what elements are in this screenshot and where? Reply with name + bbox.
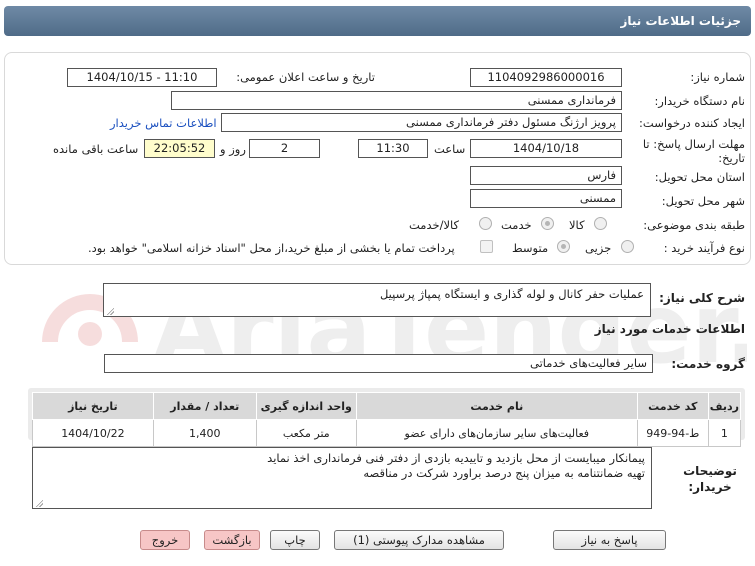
- announce-value: 1404/10/15 - 11:10: [86, 70, 198, 84]
- process-option-minor: جزیی: [585, 241, 612, 255]
- print-button[interactable]: چاپ: [270, 530, 320, 550]
- category-option-goods: کالا: [569, 218, 585, 232]
- col-header-code: کد خدمت: [636, 392, 709, 420]
- service-group-field: سایر فعالیت‌های خدماتی: [104, 354, 653, 373]
- category-option-goods-service: کالا/خدمت: [409, 218, 460, 232]
- cell-need-date: 1404/10/22: [32, 419, 154, 447]
- process-label: نوع فرآیند خرید :: [663, 241, 745, 255]
- category-label: طبقه بندی موضوعی:: [643, 218, 745, 232]
- services-table: ردیف کد خدمت نام خدمت واحد اندازه گیری ت…: [32, 392, 742, 447]
- summary-label: شرح کلی نیاز:: [659, 291, 745, 305]
- cell-service-name: فعالیت‌های سایر سازمان‌های دارای عضو: [355, 419, 638, 447]
- col-header-quantity: تعداد / مقدار: [152, 392, 257, 420]
- remaining-time-field: 22:05:52: [144, 139, 215, 158]
- process-radio-minor[interactable]: [621, 240, 634, 253]
- category-radio-goods[interactable]: [594, 217, 607, 230]
- buyer-note-line: تهیه ضمانتنامه به میزان پنج درصد براورد …: [363, 466, 645, 480]
- back-button[interactable]: بازگشت: [204, 530, 260, 550]
- need-number-label: شماره نیاز:: [690, 70, 745, 84]
- province-label: استان محل تحویل:: [654, 170, 745, 184]
- table-header-row: ردیف کد خدمت نام خدمت واحد اندازه گیری ت…: [32, 392, 742, 420]
- buyer-org-field: فرمانداری ممسنی: [171, 91, 622, 110]
- creator-field: پرویز ارژنگ مسئول دفتر فرمانداری ممسنی: [221, 113, 622, 132]
- time-label: ساعت: [434, 142, 466, 156]
- buyer-notes-textarea: پیمانکار میبایست از محل بازدید و تاییدیه…: [32, 447, 652, 509]
- deadline-label: مهلت ارسال پاسخ: تا تاریخ:: [642, 137, 745, 165]
- table-row: 1 ط-94-949 فعالیت‌های سایر سازمان‌های دا…: [32, 419, 742, 447]
- payment-note: پرداخت تمام یا بخشی از مبلغ خرید،از محل …: [88, 241, 455, 255]
- city-field: ممسنی: [470, 189, 622, 208]
- attachments-button[interactable]: مشاهده مدارک پیوستی (1): [334, 530, 504, 550]
- buyer-notes-label: توضیحات خریدار:: [683, 464, 737, 494]
- buyer-org-label: نام دستگاه خریدار:: [654, 94, 745, 108]
- province-field: فارس: [470, 166, 622, 185]
- need-number-field: 1104092986000016: [470, 68, 622, 87]
- city-label: شهر محل تحویل:: [661, 194, 745, 208]
- exit-button[interactable]: خروج: [140, 530, 190, 550]
- buyer-contact-link[interactable]: اطلاعات تماس خریدار: [110, 116, 217, 130]
- resize-grip-icon[interactable]: [106, 307, 114, 315]
- cell-quantity: 1,400: [152, 419, 257, 447]
- announce-label: تاریخ و ساعت اعلان عمومی:: [236, 70, 375, 84]
- cell-unit: متر مکعب: [255, 419, 357, 447]
- remaining-label: ساعت باقی مانده: [53, 142, 139, 156]
- buyer-note-line: پیمانکار میبایست از محل بازدید و تاییدیه…: [267, 451, 645, 465]
- col-header-unit: واحد اندازه گیری: [255, 392, 357, 420]
- announce-field: 1404/10/15 - 11:10: [67, 68, 217, 87]
- page-title-bar: جزئیات اطلاعات نیاز: [4, 6, 751, 36]
- cell-row-number: 1: [707, 419, 742, 447]
- summary-text: عملیات حفر کانال و لوله گذاری و ایستگاه …: [379, 287, 644, 301]
- deadline-time-field: 11:30: [358, 139, 428, 158]
- cell-service-code: ط-94-949: [636, 419, 709, 447]
- days-field: 2: [249, 139, 320, 158]
- category-option-service: خدمت: [501, 218, 532, 232]
- service-group-label: گروه خدمت:: [671, 357, 745, 371]
- days-label: روز و: [220, 142, 246, 156]
- col-header-row: ردیف: [707, 392, 742, 420]
- deadline-date-field: 1404/10/18: [470, 139, 622, 158]
- col-header-date: تاریخ نیاز: [32, 392, 154, 420]
- page-title: جزئیات اطلاعات نیاز: [620, 14, 741, 28]
- services-header: اطلاعات خدمات مورد نیاز: [594, 322, 745, 336]
- category-radio-service[interactable]: [541, 217, 554, 230]
- resize-grip-icon[interactable]: [35, 499, 43, 507]
- reply-button[interactable]: پاسخ به نیاز: [553, 530, 666, 550]
- creator-label: ایجاد کننده درخواست:: [639, 116, 745, 130]
- col-header-name: نام خدمت: [355, 392, 638, 420]
- category-radio-goods-service[interactable]: [479, 217, 492, 230]
- process-radio-medium[interactable]: [557, 240, 570, 253]
- summary-textarea: عملیات حفر کانال و لوله گذاری و ایستگاه …: [103, 283, 651, 317]
- process-option-medium: متوسط: [512, 241, 549, 255]
- treasury-checkbox[interactable]: [480, 240, 493, 253]
